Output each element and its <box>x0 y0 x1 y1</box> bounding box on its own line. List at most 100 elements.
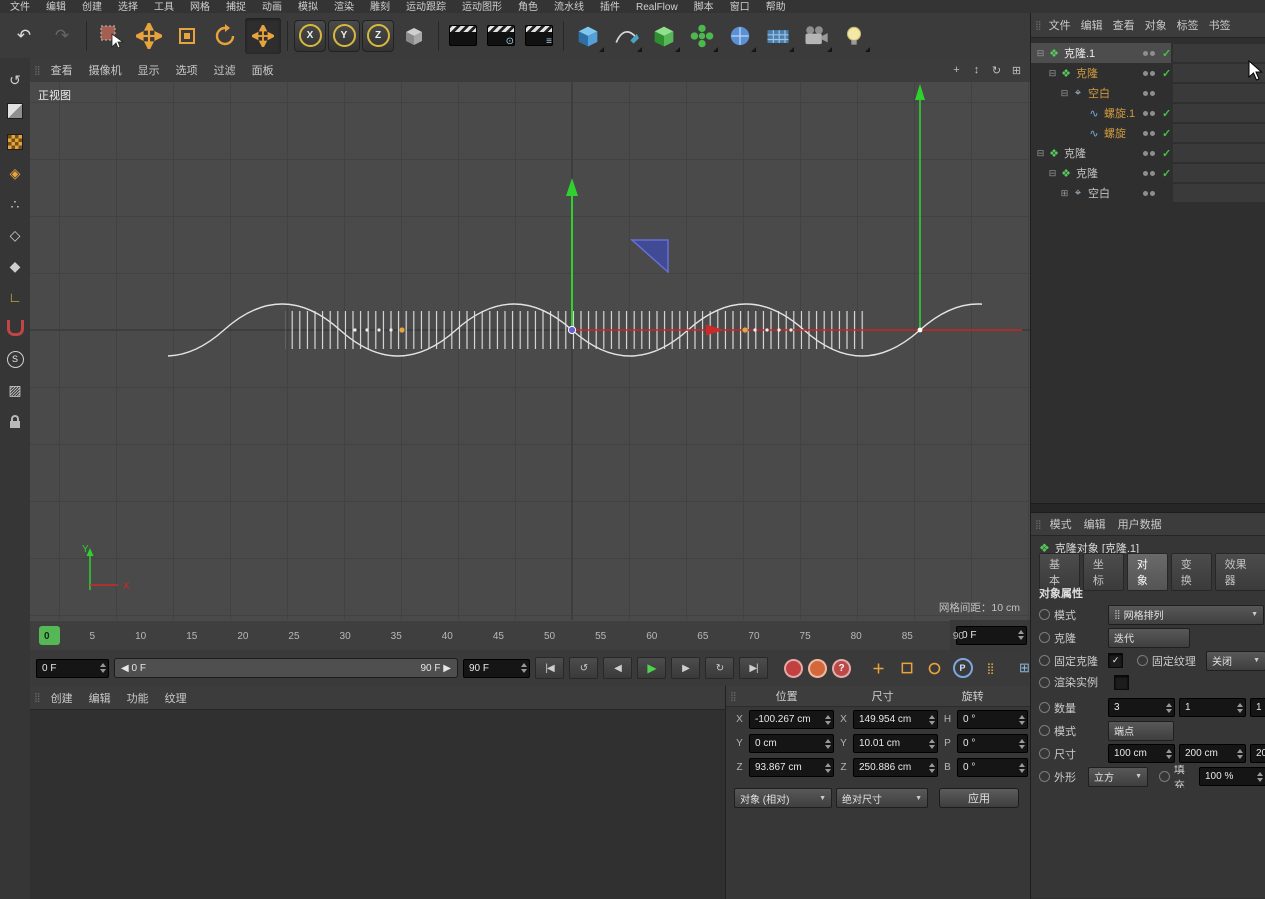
menu-snap[interactable]: 捕捉 <box>218 0 254 13</box>
position-z-field[interactable]: 93.867 cm <box>749 758 834 777</box>
add-environment-button[interactable] <box>760 18 796 54</box>
tab-coordinates[interactable]: 坐标 <box>1083 553 1124 591</box>
spinner[interactable] <box>1166 703 1172 713</box>
vp-menu-options[interactable]: 选项 <box>168 62 206 78</box>
tab-effectors[interactable]: 效果器 <box>1215 553 1265 591</box>
keyframe-circle[interactable] <box>1039 655 1050 666</box>
panel-splitter[interactable] <box>1031 503 1265 513</box>
enabled-check[interactable]: ✓ <box>1162 67 1171 80</box>
lock-workplane-button[interactable] <box>2 409 28 433</box>
keyframe-circle[interactable] <box>1039 632 1050 643</box>
menu-select[interactable]: 选择 <box>110 0 146 13</box>
object-label[interactable]: 克隆 <box>1076 165 1098 181</box>
record-rotation-button[interactable] <box>923 658 946 678</box>
om-menu-bookmarks[interactable]: 书签 <box>1204 17 1236 33</box>
viewport-canvas[interactable]: Y X 正视图 网格间距：10 cm <box>30 82 1030 620</box>
add-cube-button[interactable] <box>570 18 606 54</box>
object-row[interactable]: ⊟ ⌖ 空白 <box>1031 83 1265 103</box>
shape-dropdown[interactable]: 立方 ▼ <box>1088 767 1148 787</box>
add-camera-button[interactable] <box>798 18 834 54</box>
vp-menu-panel[interactable]: 面板 <box>244 62 282 78</box>
spinner[interactable] <box>1237 703 1243 713</box>
keyframe-circle[interactable] <box>1159 771 1170 782</box>
enabled-check[interactable]: ✓ <box>1162 47 1171 60</box>
size-x-field[interactable]: 149.954 cm <box>853 710 938 729</box>
vp-menu-display[interactable]: 显示 <box>130 62 168 78</box>
spinner[interactable] <box>100 663 106 673</box>
spinner[interactable] <box>825 763 831 773</box>
menu-tools[interactable]: 工具 <box>146 0 182 13</box>
undo-button[interactable]: ↶ <box>6 18 42 54</box>
coordinate-system-button[interactable] <box>396 18 432 54</box>
z-axis-lock-button[interactable]: Z <box>362 20 394 52</box>
rotate-view-icon[interactable]: ↻ <box>988 62 1005 78</box>
add-deformer-button[interactable] <box>722 18 758 54</box>
visibility-dots[interactable] <box>1143 103 1155 123</box>
menu-edit[interactable]: 编辑 <box>38 0 74 13</box>
maximize-view-icon[interactable]: ⊞ <box>1008 62 1025 78</box>
keyframe-circle[interactable] <box>1137 655 1148 666</box>
object-label[interactable]: 克隆 <box>1076 65 1098 81</box>
spinner[interactable] <box>1166 749 1172 759</box>
render-view-button[interactable] <box>445 18 481 54</box>
object-row[interactable]: ∿ 螺旋 ✓ <box>1031 123 1265 143</box>
menu-mograph[interactable]: 运动图形 <box>454 0 510 13</box>
fix-clone-checkbox[interactable]: ✓ <box>1108 653 1123 668</box>
menu-create[interactable]: 创建 <box>74 0 110 13</box>
render-instance-checkbox[interactable] <box>1114 675 1129 690</box>
mat-menu-create[interactable]: 创建 <box>43 690 81 706</box>
position-y-field[interactable]: 0 cm <box>749 734 834 753</box>
edges-mode-button[interactable]: ◇ <box>2 223 28 247</box>
object-row[interactable]: ⊟ ❖ 克隆 ✓ <box>1031 163 1265 183</box>
make-editable-button[interactable]: ↺ <box>2 68 28 92</box>
menu-sculpt[interactable]: 雕刻 <box>362 0 398 13</box>
record-scale-button[interactable] <box>895 658 918 678</box>
object-row[interactable]: ⊟ ❖ 克隆 ✓ <box>1031 143 1265 163</box>
visibility-dots[interactable] <box>1143 63 1155 83</box>
menu-motion-tracker[interactable]: 运动跟踪 <box>398 0 454 13</box>
render-queue-button[interactable]: ≡ <box>521 18 557 54</box>
mat-menu-texture[interactable]: 纹理 <box>157 690 195 706</box>
workplane-mode-button[interactable]: ◈ <box>2 161 28 185</box>
count-x-field[interactable]: 3 <box>1108 698 1175 717</box>
count-y-field[interactable]: 1 <box>1179 698 1246 717</box>
om-menu-edit[interactable]: 编辑 <box>1076 17 1108 33</box>
model-mode-button[interactable] <box>2 99 28 123</box>
next-key-button[interactable]: ↻ <box>705 657 734 679</box>
left-arrow-icon[interactable]: ◀ <box>121 663 129 674</box>
add-light-button[interactable] <box>836 18 872 54</box>
visibility-dots[interactable] <box>1143 43 1155 63</box>
object-row[interactable]: ⊞ ⌖ 空白 <box>1031 183 1265 203</box>
expand-icon[interactable]: ⊟ <box>1047 168 1058 179</box>
visibility-dots[interactable] <box>1143 123 1155 143</box>
menu-pipeline[interactable]: 流水线 <box>546 0 592 13</box>
pan-view-icon[interactable]: + <box>948 62 965 78</box>
snap-toggle-button[interactable] <box>2 316 28 340</box>
mat-menu-function[interactable]: 功能 <box>119 690 157 706</box>
om-menu-view[interactable]: 查看 <box>1108 17 1140 33</box>
menu-realflow[interactable]: RealFlow <box>628 0 686 13</box>
position-x-field[interactable]: -100.267 cm <box>749 710 834 729</box>
keyframe-options-button[interactable]: ? <box>832 659 851 678</box>
goto-end-button[interactable]: ▶| <box>739 657 768 679</box>
mat-menu-edit[interactable]: 编辑 <box>81 690 119 706</box>
enable-axis-button[interactable]: ∟ <box>2 285 28 309</box>
menu-file[interactable]: 文件 <box>2 0 38 13</box>
spinner[interactable] <box>521 663 527 673</box>
size-z-field[interactable]: 200 cm <box>1250 744 1265 763</box>
om-menu-file[interactable]: 文件 <box>1044 17 1076 33</box>
panel-grip[interactable]: ⣿ <box>34 65 40 76</box>
panel-grip[interactable]: ⣿ <box>730 691 736 702</box>
record-parameter-button[interactable]: P <box>951 658 974 678</box>
visibility-dots[interactable] <box>1143 83 1155 103</box>
object-row[interactable]: ⊟ ❖ 克隆 ✓ <box>1031 63 1265 83</box>
current-frame-field[interactable]: 0 F <box>36 659 109 678</box>
am-menu-mode[interactable]: 模式 <box>1044 516 1078 532</box>
spinner[interactable] <box>929 763 935 773</box>
keyframe-circle[interactable] <box>1039 748 1050 759</box>
spinner[interactable] <box>929 739 935 749</box>
count-z-field[interactable]: 1 <box>1250 698 1265 717</box>
spinner[interactable] <box>825 739 831 749</box>
preview-range-slider[interactable]: ◀ 0 F 90 F ▶ <box>114 658 458 678</box>
expand-icon[interactable]: ⊞ <box>1059 188 1070 199</box>
